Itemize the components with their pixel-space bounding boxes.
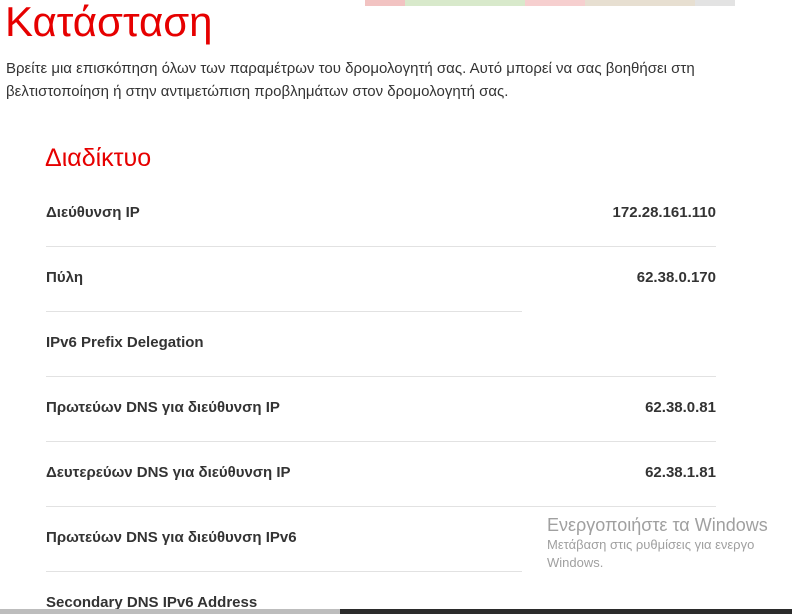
row-label: Πρωτεύων DNS για διεύθυνση IPv6 [46,529,297,546]
row-primary-dns-ip: Πρωτεύων DNS για διεύθυνση IP 62.38.0.81 [46,376,716,441]
row-label: Δευτερεύων DNS για διεύθυνση IP [46,464,291,481]
row-value: 62.38.0.81 [645,399,716,416]
row-value: 62.38.0.170 [636,269,716,286]
status-page: Κατάσταση Βρείτε μια επισκόπηση όλων των… [0,0,792,614]
row-ip-address: Διεύθυνση IP 172.28.161.110 [46,181,716,246]
row-secondary-dns-ip: Δευτερεύων DNS για διεύθυνση IP 62.38.1.… [46,441,716,506]
windows-activation-watermark: Ενεργοποιήστε τα Windows Μετάβαση στις ρ… [547,514,792,572]
taskbar-highlight [0,609,340,614]
row-value: 62.38.1.81 [645,464,716,481]
row-label: Πύλη [46,269,84,286]
row-value: 172.28.161.110 [612,204,716,221]
row-secondary-dns-ipv6: Secondary DNS IPv6 Address [46,571,716,614]
row-gateway: Πύλη 62.38.0.170 [46,246,716,311]
page-intro: Βρείτε μια επισκόπηση όλων των παραμέτρω… [6,60,695,100]
row-label: IPv6 Prefix Delegation [46,334,204,351]
activation-title: Ενεργοποιήστε τα Windows [547,515,768,535]
page-title: Κατάσταση [5,0,213,45]
row-label: Πρωτεύων DNS για διεύθυνση IP [46,399,280,416]
row-label: Διεύθυνση IP [46,204,140,221]
taskbar[interactable] [0,609,792,614]
row-ipv6-prefix-delegation: IPv6 Prefix Delegation [46,311,716,376]
activation-line-1: Μετάβαση στις ρυθμίσεις για ενεργο [547,537,755,552]
internet-section-title: Διαδίκτυο [45,144,152,172]
activation-line-2: Windows. [547,555,604,570]
